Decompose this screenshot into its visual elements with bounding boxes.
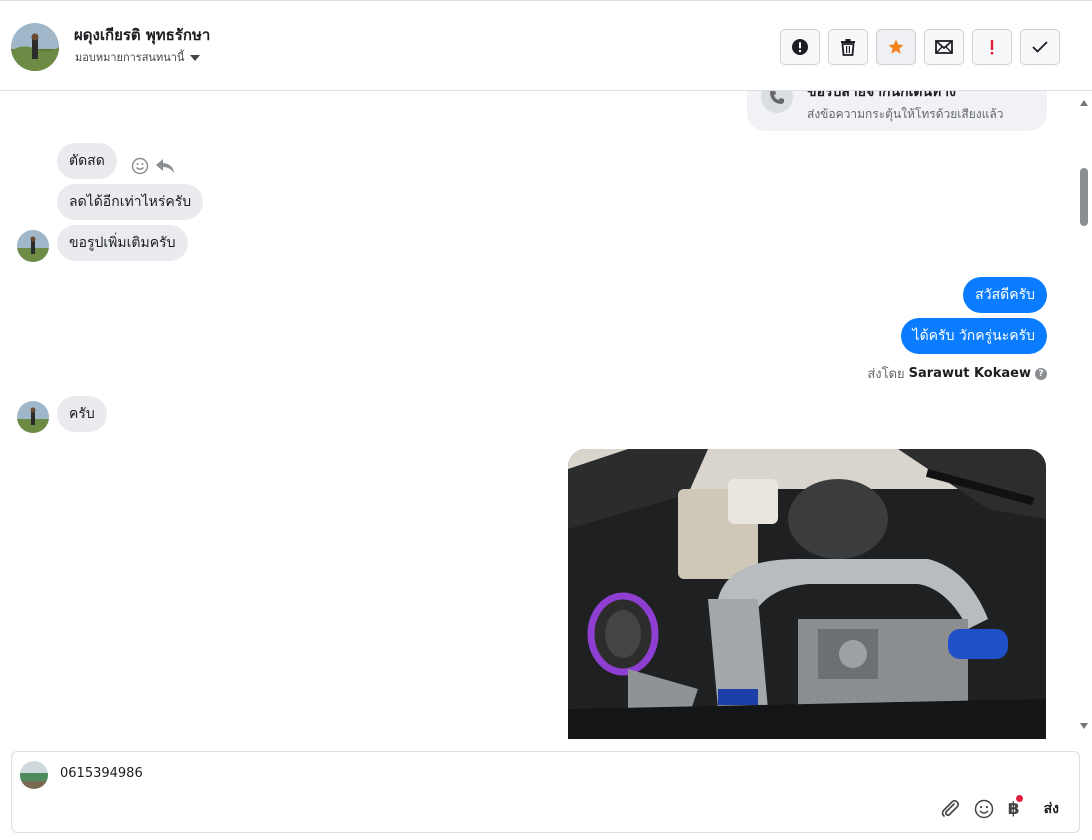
sender-avatar <box>17 230 49 262</box>
star-icon <box>888 39 904 54</box>
card-title: ขอรับสายจากนักเดินทาง <box>807 91 956 100</box>
message-input[interactable]: 0615394986 <box>60 766 143 781</box>
assign-label: มอบหมายการสนทนานี้ <box>75 51 185 64</box>
help-icon[interactable]: ? <box>1035 367 1047 380</box>
mark-spam-button[interactable] <box>780 29 820 65</box>
card-subtitle: ส่งข้อความกระตุ้นให้โทรด้วยเสียงแล้ว <box>807 107 1004 121</box>
message-composer[interactable]: 0615394986 ฿ ส่ง <box>11 751 1080 833</box>
caret-down-icon <box>190 54 201 61</box>
sender-avatar <box>17 401 49 433</box>
scroll-up-arrow-icon[interactable] <box>1080 100 1088 106</box>
follow-up-icon <box>990 40 994 55</box>
message-bubble[interactable]: ตัดสด <box>57 143 117 179</box>
message-thread[interactable]: ขอรับสายจากนักเดินทาง ส่งข้อความกระตุ้นใ… <box>0 91 1092 739</box>
message-bubble[interactable]: ลดได้อีกเท่าไหร่ครับ <box>57 184 204 220</box>
contact-name[interactable]: ผดุงเกียรติ พุทธรักษา <box>74 23 210 47</box>
envelope-icon <box>935 40 953 54</box>
emoji-icon[interactable] <box>974 799 994 819</box>
composer-tools: ฿ ส่ง <box>940 795 1059 820</box>
message-bubble[interactable]: สวัสดีครับ <box>963 277 1047 313</box>
message-actions <box>131 157 175 175</box>
report-spam-icon <box>792 39 808 55</box>
scrollbar-thumb[interactable] <box>1080 168 1088 226</box>
assign-conversation-dropdown[interactable]: มอบหมายการสนทนานี้ <box>75 48 201 66</box>
header-actions <box>780 29 1060 65</box>
contact-avatar[interactable] <box>11 23 59 71</box>
phone-icon <box>761 91 793 113</box>
voice-call-request-card: ขอรับสายจากนักเดินทาง ส่งข้อความกระตุ้นใ… <box>747 91 1047 131</box>
page-avatar <box>20 761 48 789</box>
paperclip-icon[interactable] <box>940 799 960 819</box>
smiley-icon[interactable] <box>131 157 149 175</box>
sent-by-label: ส่งโดย Sarawut Kokaew ? <box>867 363 1047 384</box>
trash-icon <box>841 39 855 56</box>
mark-unread-button[interactable] <box>924 29 964 65</box>
message-bubble[interactable]: ขอรูปเพิ่มเติมครับ <box>57 225 188 261</box>
sender-name[interactable]: Sarawut Kokaew <box>909 366 1031 381</box>
star-button[interactable] <box>876 29 916 65</box>
follow-up-button[interactable] <box>972 29 1012 65</box>
reply-icon[interactable] <box>155 158 175 174</box>
payment-baht-icon[interactable]: ฿ <box>1008 795 1023 819</box>
scroll-down-arrow-icon[interactable] <box>1080 723 1088 729</box>
mark-done-button[interactable] <box>1020 29 1060 65</box>
checkmark-icon <box>1032 41 1048 53</box>
delete-button[interactable] <box>828 29 868 65</box>
message-bubble[interactable]: ได้ครับ วักครู่นะครับ <box>900 318 1047 354</box>
engine-photo-attachment[interactable] <box>568 449 1046 739</box>
notification-dot <box>1015 795 1023 802</box>
send-button[interactable]: ส่ง <box>1044 798 1059 820</box>
conversation-header: ผดุงเกียรติ พุทธรักษา มอบหมายการสนทนานี้ <box>0 0 1092 91</box>
message-bubble[interactable]: ครับ <box>57 396 107 432</box>
